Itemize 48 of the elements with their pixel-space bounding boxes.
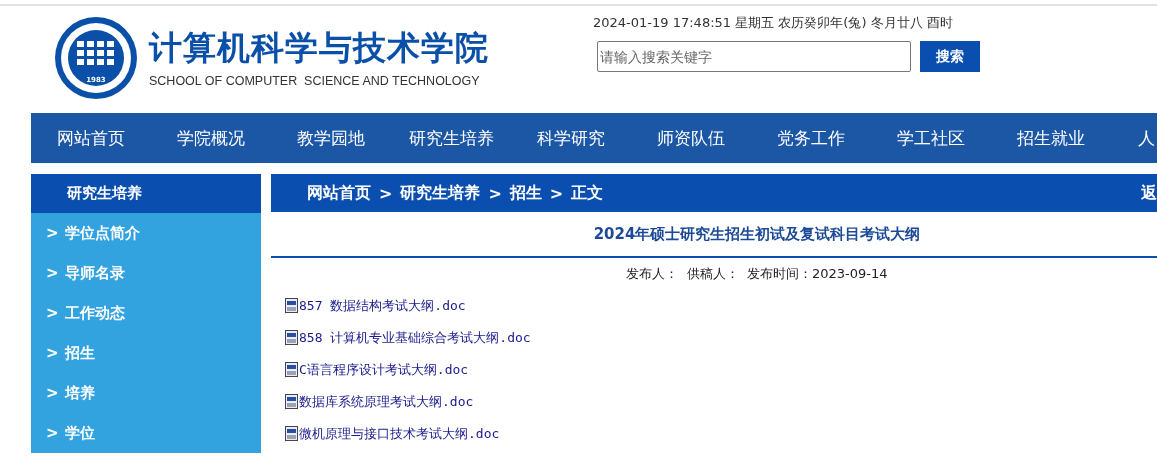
chevron-icon: > xyxy=(46,304,59,322)
sidebar-item-label: 培养 xyxy=(64,383,95,403)
nav-link[interactable]: 党务工作 xyxy=(751,126,871,150)
breadcrumb-separator: > xyxy=(549,183,564,203)
breadcrumb-link[interactable]: 网站首页 xyxy=(307,182,371,204)
sidebar-item-label: 招生 xyxy=(64,343,95,363)
word-document-icon xyxy=(285,329,299,346)
attachment-link[interactable]: 858 计算机专业基础综合考试大纲.doc xyxy=(285,328,1157,347)
nav-link[interactable]: 教学园地 xyxy=(271,126,391,150)
sidebar-item-label: 学位点简介 xyxy=(64,223,140,243)
school-title: 计算机科学与技术学院 xyxy=(149,28,489,68)
chevron-icon: > xyxy=(46,224,59,242)
nav-link[interactable]: 研究生培养 xyxy=(391,126,511,150)
sidebar-item-label: 工作动态 xyxy=(64,303,125,323)
breadcrumb-link[interactable]: 研究生培养 xyxy=(400,182,481,204)
chevron-icon: > xyxy=(46,384,59,402)
breadcrumb-link[interactable]: 招生 xyxy=(509,182,542,204)
sidebar-title: 研究生培养 xyxy=(31,174,261,213)
attachment-link[interactable]: 857 数据结构考试大纲.doc xyxy=(285,296,1157,315)
chevron-icon: > xyxy=(46,264,59,282)
chevron-icon: > xyxy=(46,424,59,442)
school-subtitle: SCHOOL OF COMPUTER SCIENCE AND TECHNOLOGY xyxy=(149,74,481,88)
sidebar-item-label: 学位 xyxy=(64,423,95,443)
back-link[interactable]: 返 xyxy=(1141,182,1157,204)
article-title: 2024年硕士研究生招生初试及复试科目考试大纲 xyxy=(271,212,1157,258)
nav-link[interactable]: 人 xyxy=(1111,126,1157,150)
attachment-link[interactable]: 数据库系统原理考试大纲.doc xyxy=(285,392,1157,411)
breadcrumb-separator: > xyxy=(488,183,502,203)
nav-link[interactable]: 学院概况 xyxy=(151,126,271,150)
nav-link[interactable]: 科学研究 xyxy=(511,126,631,150)
attachment-link[interactable]: C语言程序设计考试大纲.doc xyxy=(285,360,1157,379)
word-document-icon xyxy=(285,361,299,378)
nav-link[interactable]: 招生就业 xyxy=(991,126,1111,150)
article-meta: 发布人： 供稿人： 发布时间：2023-09-14 xyxy=(625,265,889,283)
chevron-icon: > xyxy=(46,344,59,362)
nav-link[interactable]: 网站首页 xyxy=(31,126,151,150)
search-field[interactable]: 请输入搜索关键字 xyxy=(597,41,911,72)
breadcrumb-link[interactable]: 正文 xyxy=(571,182,604,204)
breadcrumb-separator: > xyxy=(379,183,393,203)
word-document-icon xyxy=(285,297,299,314)
search-button[interactable]: 搜索 xyxy=(920,41,980,72)
word-document-icon xyxy=(285,393,299,410)
nav-link[interactable]: 师资队伍 xyxy=(631,126,751,150)
date-time: 2024-01-19 17:48:51 星期五 农历癸卯年(兔) 冬月廿八 酉时 xyxy=(593,14,953,32)
word-document-icon xyxy=(285,425,299,442)
nav-link[interactable]: 学工社区 xyxy=(871,126,991,150)
attachment-link[interactable]: 微机原理与接口技术考试大纲.doc xyxy=(285,424,1157,443)
sidebar-item-label: 导师名录 xyxy=(64,263,125,283)
